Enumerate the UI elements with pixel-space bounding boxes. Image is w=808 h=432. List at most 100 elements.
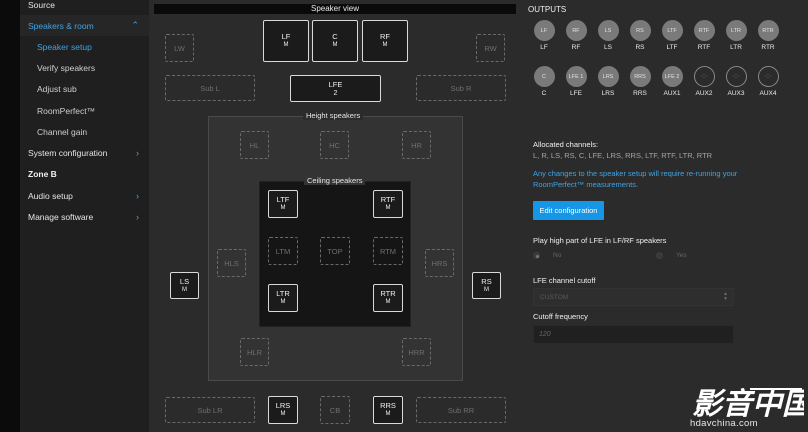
output-connector-icon: ·:· [757, 66, 779, 87]
sidebar-item-label: Manage software [28, 211, 94, 222]
output-aux1[interactable]: LFE 2 AUX1 [659, 66, 685, 97]
output-label: RS [635, 44, 645, 51]
speaker-hrr[interactable]: HRR [402, 338, 431, 366]
lfe-cutoff-select[interactable]: CUSTOM ▲ ▼ [533, 288, 734, 306]
sidebar-item-system-configuration[interactable]: System configuration › [20, 142, 149, 163]
speaker-label: HLS [224, 258, 239, 268]
output-rrs[interactable]: RRS RRS [627, 66, 653, 97]
output-label: AUX3 [727, 90, 745, 97]
speaker-hr[interactable]: HR [402, 131, 431, 159]
speaker-mode: M [280, 205, 286, 211]
radio-no[interactable] [533, 252, 540, 259]
speaker-hlr[interactable]: HLR [240, 338, 269, 366]
sidebar: Source Speakers & room ⌃ Speaker setup V… [20, 0, 149, 432]
output-connector-icon: RRS [629, 66, 651, 87]
output-connector-icon: LTR [725, 20, 747, 41]
speaker-rw[interactable]: RW [476, 34, 505, 62]
speaker-rf[interactable]: RF M [362, 20, 408, 62]
output-label: LFE [570, 90, 582, 97]
sidebar-item-channel-gain[interactable]: Channel gain [20, 121, 149, 142]
speaker-label: LF [281, 32, 291, 41]
speaker-label: C [332, 32, 338, 41]
sidebar-item-audio-setup[interactable]: Audio setup › [20, 185, 149, 206]
speaker-sub-rr[interactable]: Sub RR [416, 397, 506, 423]
output-label: RF [571, 44, 581, 51]
output-lrs[interactable]: LRS LRS [595, 66, 621, 97]
output-label: AUX1 [663, 90, 681, 97]
sidebar-item-manage-software[interactable]: Manage software › [20, 206, 149, 227]
speaker-label: Sub L [200, 83, 220, 93]
speaker-c[interactable]: CM [312, 20, 358, 62]
watermark-url: hdavchina.com [690, 418, 758, 429]
speaker-mode: M [332, 42, 338, 48]
speaker-label: LS [179, 276, 190, 286]
output-connector-icon: RTF [693, 20, 715, 41]
speaker-sub-r[interactable]: Sub R [416, 75, 506, 101]
edit-configuration-button[interactable]: Edit configuration [533, 201, 604, 220]
output-rs[interactable]: RS RS [627, 20, 653, 51]
speaker-hc[interactable]: HC [320, 131, 349, 159]
speaker-rtf[interactable]: RTF M [373, 190, 403, 218]
speaker-hls[interactable]: HLS [217, 249, 246, 277]
sidebar-section-zone-b[interactable]: Zone B [20, 163, 149, 184]
sidebar-item-adjust-sub[interactable]: Adjust sub [20, 78, 149, 99]
speaker-rtm[interactable]: RTM [373, 237, 403, 265]
output-lf[interactable]: LF LF [531, 20, 557, 51]
speaker-rrs[interactable]: RRS M [373, 396, 403, 424]
radio-yes[interactable] [656, 252, 663, 259]
output-connector-icon: LFE 2 [661, 66, 683, 87]
sidebar-item-speaker-setup[interactable]: Speaker setup [20, 36, 149, 57]
speaker-rs[interactable]: RS M [472, 272, 501, 299]
speaker-label: HC [329, 140, 340, 150]
output-rf[interactable]: RF RF [563, 20, 589, 51]
speaker-ltf[interactable]: LTF M [268, 190, 298, 218]
speaker-rtr[interactable]: RTR M [373, 284, 403, 312]
speaker-label: TOP [327, 246, 343, 256]
output-label: AUX4 [759, 90, 777, 97]
speaker-label: Sub R [450, 83, 472, 93]
output-connector-icon: ·:· [693, 66, 715, 87]
sidebar-item-label: Speakers & room [28, 20, 94, 31]
output-label: LTR [730, 44, 742, 51]
output-ltf[interactable]: LTF LTF [659, 20, 685, 51]
speaker-lrs[interactable]: LRS M [268, 396, 298, 424]
output-aux3[interactable]: ·:· AUX3 [723, 66, 749, 97]
output-aux4[interactable]: ·:· AUX4 [755, 66, 781, 97]
speaker-lfe[interactable]: LFE 2 [290, 75, 381, 102]
output-ltr[interactable]: LTR LTR [723, 20, 749, 51]
speaker-sub-lr[interactable]: Sub LR [165, 397, 255, 423]
speaker-cb[interactable]: CB [320, 396, 350, 424]
sidebar-item-label: Adjust sub [37, 83, 77, 94]
speaker-hrs[interactable]: HRS [425, 249, 454, 277]
speaker-sub-l[interactable]: Sub L [165, 75, 255, 101]
speaker-ltm[interactable]: LTM [268, 237, 298, 265]
sidebar-item-source[interactable]: Source [20, 0, 149, 15]
speaker-mode: M [280, 411, 286, 417]
allocated-channels-title: Allocated channels: [533, 140, 599, 149]
output-label: LTF [666, 44, 678, 51]
output-ls[interactable]: LS LS [595, 20, 621, 51]
speaker-mode: M [385, 411, 391, 417]
speaker-hl[interactable]: HL [240, 131, 269, 159]
chevron-right-icon: › [136, 211, 139, 222]
sidebar-item-roomperfect[interactable]: RoomPerfect™ [20, 100, 149, 121]
output-connector-icon: LF [533, 20, 555, 41]
speaker-label: CB [329, 405, 341, 415]
speaker-ls[interactable]: LS M [170, 272, 199, 299]
speaker-lw[interactable]: LW [165, 34, 194, 62]
cutoff-frequency-input[interactable]: 120 [533, 325, 734, 344]
output-aux2[interactable]: ·:· AUX2 [691, 66, 717, 97]
speaker-ltr[interactable]: LTR M [268, 284, 298, 312]
sidebar-item-speakers-room[interactable]: Speakers & room ⌃ [20, 15, 149, 36]
speaker-top[interactable]: TOP [320, 237, 350, 265]
output-label: RTR [761, 44, 775, 51]
output-rtr[interactable]: RTR RTR [755, 20, 781, 51]
speaker-lf[interactable]: LF M [263, 20, 309, 62]
speaker-label: HLR [246, 347, 262, 357]
outputs-title: OUTPUTS [528, 5, 567, 14]
output-rtf[interactable]: RTF RTF [691, 20, 717, 51]
output-c[interactable]: CC [531, 66, 557, 97]
speaker-count: 2 [333, 89, 338, 97]
output-lfe[interactable]: LFE 1 LFE [563, 66, 589, 97]
sidebar-item-verify-speakers[interactable]: Verify speakers [20, 57, 149, 78]
